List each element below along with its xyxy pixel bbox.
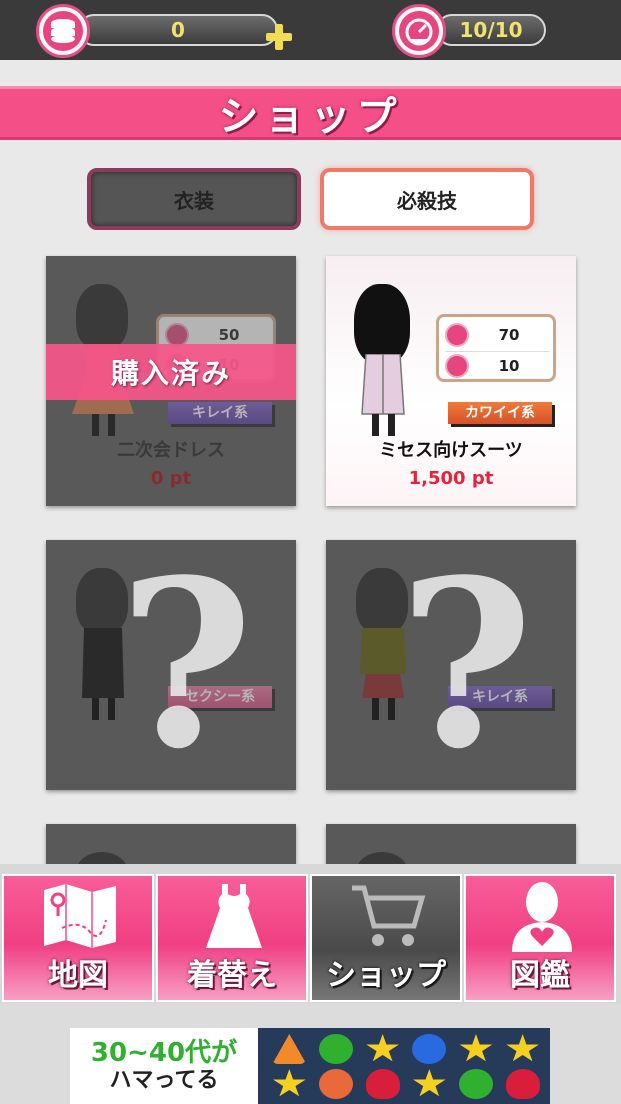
ad-copy: 30~40代が ハマってる <box>70 1028 258 1104</box>
tab-special-move-label: 必殺技 <box>397 188 457 213</box>
ad-subline: ハマってる <box>109 1068 219 1093</box>
ad-banner[interactable]: 30~40代が ハマってる <box>70 1028 550 1104</box>
stat-stamina-value: 10 <box>498 356 520 375</box>
coin-counter: 0 <box>78 14 278 46</box>
stamina-value: 10/10 <box>459 18 523 42</box>
star-icon <box>459 1034 493 1062</box>
locked-question-mark: ? <box>398 540 534 790</box>
sparkle-icon <box>445 323 469 347</box>
heart-gem-icon <box>505 1069 540 1099</box>
heart-gem-icon <box>365 1069 400 1099</box>
cart-icon <box>352 885 426 946</box>
bottom-navigation: 地図 着替え ショップ 図鑑 <box>0 864 621 1004</box>
star-icon <box>273 1069 306 1097</box>
nav-shop-button[interactable]: ショップ <box>310 874 462 1002</box>
nav-dressup-button[interactable]: 着替え <box>156 874 308 1002</box>
speedometer-icon <box>392 4 446 58</box>
shop-item-card-3[interactable]: セクシー系 ? <box>46 540 296 790</box>
category-badge: キレイ系 <box>168 402 272 424</box>
stamina-counter: 10/10 <box>436 14 546 46</box>
star-icon <box>413 1069 446 1097</box>
gem-icon <box>318 1069 353 1099</box>
page-title-banner: ショップ <box>0 86 621 140</box>
item-price: 1,500 pt <box>408 468 494 489</box>
status-bar: 0 10/10 <box>0 0 621 60</box>
tab-costume[interactable]: 衣装 <box>87 168 301 230</box>
shop-item-card-4[interactable]: キレイ系 ? <box>326 540 576 790</box>
nav-map-button[interactable]: 地図 <box>2 874 154 1002</box>
gem-icon <box>318 1034 353 1064</box>
moon-icon <box>412 1034 447 1064</box>
person-heart-icon <box>512 882 572 952</box>
coin-value: 0 <box>171 18 185 42</box>
locked-question-mark: ? <box>118 540 254 790</box>
tab-special-move[interactable]: 必殺技 <box>320 168 534 230</box>
coin-stack-icon <box>36 4 90 58</box>
star-icon <box>506 1034 539 1062</box>
add-coins-icon[interactable] <box>266 24 292 50</box>
shop-item-card-6[interactable] <box>326 824 576 864</box>
item-stats: 70 10 <box>436 314 556 382</box>
speedometer-icon <box>445 353 469 378</box>
shop-item-card-1[interactable]: 50 10 キレイ系 二次会ドレス 0 pt 購入済み <box>46 256 296 506</box>
item-price: 0 pt <box>150 468 192 489</box>
item-name: ミセス向けスーツ <box>379 440 523 461</box>
nav-encyclopedia-label: 図鑑 <box>510 958 570 993</box>
dress-icon <box>206 884 262 948</box>
stat-charm-value: 70 <box>498 326 520 344</box>
map-icon <box>44 884 116 948</box>
page-title: ショップ <box>218 94 403 140</box>
stat-charm-value: 50 <box>218 326 240 344</box>
ad-gem-grid <box>266 1032 546 1102</box>
nav-encyclopedia-button[interactable]: 図鑑 <box>464 874 616 1002</box>
star-icon <box>366 1034 399 1062</box>
ad-area: 30~40代が ハマってる <box>0 1004 621 1104</box>
item-name: 二次会ドレス <box>117 440 225 461</box>
nav-map-label: 地図 <box>48 958 108 993</box>
category-badge: カワイイ系 <box>448 402 552 424</box>
tab-costume-label: 衣装 <box>174 188 214 213</box>
shop-item-card-2[interactable]: 70 10 カワイイ系 ミセス向けスーツ 1,500 pt <box>326 256 576 506</box>
nav-shop-label: ショップ <box>326 958 446 993</box>
shop-item-card-5[interactable] <box>46 824 296 864</box>
character-silhouette <box>348 284 418 436</box>
gem-icon <box>458 1069 493 1099</box>
purchased-banner: 購入済み <box>46 344 296 400</box>
purchased-label: 購入済み <box>110 357 231 390</box>
nav-dressup-label: 着替え <box>187 958 277 993</box>
ad-headline: 30~40代が <box>90 1038 238 1068</box>
gem-icon <box>272 1034 307 1064</box>
